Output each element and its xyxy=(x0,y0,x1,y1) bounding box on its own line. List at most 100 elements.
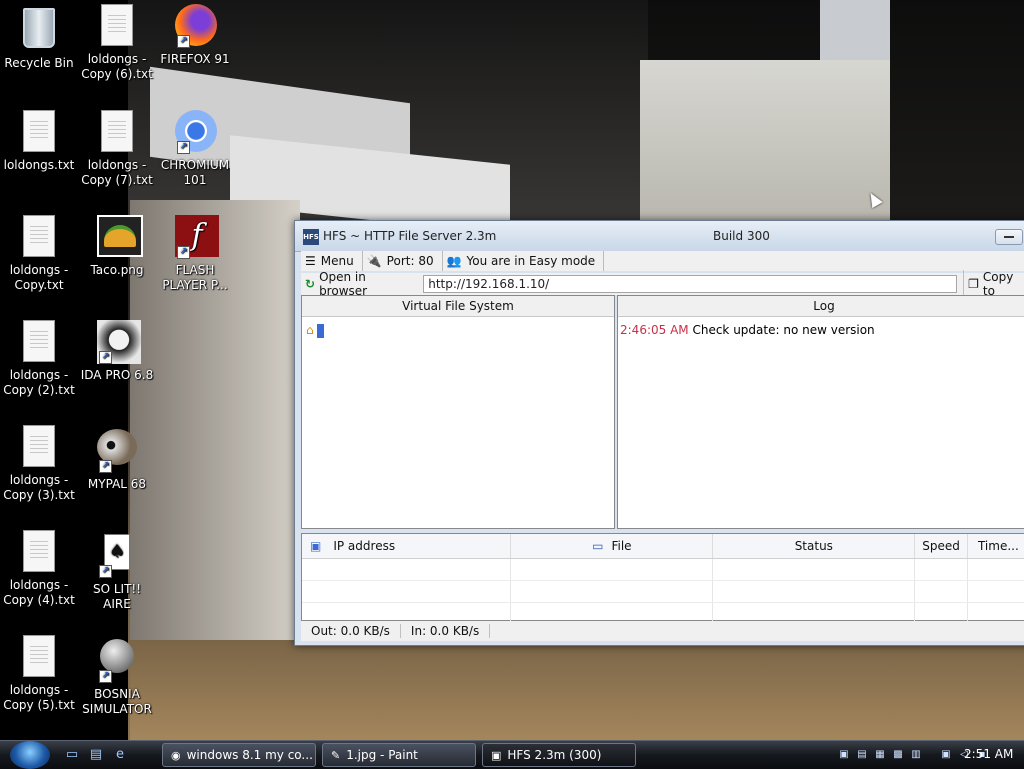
desktop-icon-label: loldongs - Copy.txt xyxy=(9,263,69,292)
text-file-icon xyxy=(19,320,59,364)
taskbar-item-hfs[interactable]: ▣ HFS 2.3m (300) xyxy=(482,743,636,767)
desktop-icon-loldongs-copy-4[interactable]: loldongs - Copy (4).txt xyxy=(0,530,78,608)
tray-icon[interactable]: ▥ xyxy=(908,748,924,762)
desktop-icon-label: loldongs - Copy (3).txt xyxy=(3,473,75,502)
task-label: 1.jpg - Paint xyxy=(346,748,418,762)
desktop-icon-label: SO LIT!! AIRE xyxy=(92,582,142,611)
network-icon: ▣ xyxy=(310,539,322,553)
desktop-icon-label: loldongs - Copy (7).txt xyxy=(81,158,153,187)
taskbar: ▭ ▤ e ◉ windows 8.1 my co... ✎ 1.jpg - P… xyxy=(0,740,1024,769)
connections-table: ▣ IP address ▭ File Status Speed Time... xyxy=(302,534,1024,625)
tray-icon[interactable]: ▤ xyxy=(854,748,870,762)
log-panel[interactable]: Log 2:46:05 AM Check update: no new vers… xyxy=(617,295,1024,529)
mode-button[interactable]: 👥 You are in Easy mode xyxy=(443,251,605,271)
url-input[interactable] xyxy=(423,275,958,293)
text-file-icon xyxy=(19,635,59,679)
url-bar: ↻ Open in browser ❐ Copy to xyxy=(301,270,1024,298)
vfs-root-item[interactable]: ⌂ xyxy=(302,317,614,344)
raccoon-icon: ↗ xyxy=(97,429,137,473)
desktop-icon-label: BOSNIA SIMULATOR xyxy=(82,687,152,716)
spiked-ball-icon: ↗ xyxy=(97,639,137,683)
desktop-icon-loldongs-copy-7[interactable]: loldongs - Copy (7).txt xyxy=(78,110,156,188)
desktop-icon-label: CHROMIUM 101 xyxy=(160,158,230,187)
switch-windows-icon[interactable]: ▤ xyxy=(88,747,104,763)
menu-button[interactable]: ☰ Menu xyxy=(301,251,363,271)
text-file-icon xyxy=(97,110,137,154)
hfs-title-bar[interactable]: HFS HFS ~ HTTP File Server 2.3m Build 30… xyxy=(295,221,1024,252)
log-entry: 2:46:05 AM Check update: no new version xyxy=(618,317,1024,343)
desktop-icon-label: IDA PRO 6.8 xyxy=(80,368,154,382)
desktop-icon-chromium[interactable]: ↗ CHROMIUM 101 xyxy=(156,110,234,188)
desktop-icon-taco[interactable]: Taco.png xyxy=(78,215,156,278)
show-desktop-icon[interactable]: ▭ xyxy=(64,747,80,763)
desktop-icon-bosnia-simulator[interactable]: ↗ BOSNIA SIMULATOR xyxy=(78,635,156,717)
hfs-tray-icon[interactable]: ▣ xyxy=(836,748,852,762)
tray-icon[interactable]: ▦ xyxy=(872,748,888,762)
log-time: 2:46:05 AM xyxy=(620,323,689,337)
wallpaper-computer-case xyxy=(640,60,890,220)
network-icon[interactable]: ▣ xyxy=(938,748,954,762)
task-label: HFS 2.3m (300) xyxy=(507,748,602,762)
column-ip-address[interactable]: ▣ IP address xyxy=(302,534,512,559)
desktop-icon-flash-player[interactable]: f ↗ FLASH PLAYER P... xyxy=(156,215,234,293)
log-message: Check update: no new version xyxy=(692,323,875,337)
taskbar-item-chromium[interactable]: ◉ windows 8.1 my co... xyxy=(162,743,316,767)
column-time[interactable]: Time... xyxy=(967,534,1024,559)
arrow-icon: ↻ xyxy=(305,277,316,291)
desktop-icon-label: loldongs - Copy (5).txt xyxy=(3,683,75,712)
desktop-icon-firefox[interactable]: ↗ FIREFOX 91 xyxy=(156,4,234,67)
desktop-icon-loldongs-copy[interactable]: loldongs - Copy.txt xyxy=(0,215,78,293)
desktop-icon-label: FLASH PLAYER P... xyxy=(162,263,228,292)
desktop-icon-loldongs-copy-6[interactable]: loldongs - Copy (6).txt xyxy=(78,4,156,82)
vfs-root-path xyxy=(317,323,325,338)
hfs-toolbar: ☰ Menu 🔌 Port: 80 👥 You are in Easy mode xyxy=(301,251,1024,271)
clock[interactable]: 2:51 AM xyxy=(964,747,1013,761)
text-file-icon xyxy=(19,425,59,469)
desktop-icon-loldongs-copy-3[interactable]: loldongs - Copy (3).txt xyxy=(0,425,78,503)
desktop-icon-label: MYPAL 68 xyxy=(87,477,147,491)
status-bar: Out: 0.0 KB/s In: 0.0 KB/s xyxy=(301,621,1024,641)
desktop-icon-ida-pro[interactable]: ↗ IDA PRO 6.8 xyxy=(78,320,156,383)
column-status[interactable]: Status xyxy=(712,534,916,559)
column-speed[interactable]: Speed xyxy=(914,534,968,559)
hfs-icon: ▣ xyxy=(491,748,502,762)
taskbar-item-paint[interactable]: ✎ 1.jpg - Paint xyxy=(322,743,476,767)
tray-icon[interactable]: ▩ xyxy=(890,748,906,762)
wallpaper-box-top xyxy=(820,0,890,60)
build-label: Build 300 xyxy=(713,229,770,243)
start-button[interactable] xyxy=(10,741,50,769)
port-button[interactable]: 🔌 Port: 80 xyxy=(363,251,443,271)
hfs-app-icon: HFS xyxy=(303,229,319,245)
text-file-icon xyxy=(19,110,59,154)
desktop-icon-recycle-bin[interactable]: Recycle Bin xyxy=(0,4,78,71)
desktop-icon-loldongs[interactable]: loldongs.txt xyxy=(0,110,78,173)
copy-icon: ❐ xyxy=(968,277,979,291)
task-label: windows 8.1 my co... xyxy=(186,748,313,762)
window-icon: ▭ xyxy=(592,539,604,553)
home-icon: ⌂ xyxy=(306,323,314,337)
desktop-icon-loldongs-copy-2[interactable]: loldongs - Copy (2).txt xyxy=(0,320,78,398)
copy-to-button[interactable]: ❐ Copy to xyxy=(963,270,1024,298)
wallpaper-floor xyxy=(130,640,1024,740)
desktop-icon-label: Recycle Bin xyxy=(4,56,74,70)
desktop-icon-solitaire[interactable]: ♠ ↗ SO LIT!! AIRE xyxy=(78,530,156,612)
menu-label: Menu xyxy=(320,254,354,268)
playing-cards-icon: ♠ ↗ xyxy=(97,534,137,578)
connections-panel[interactable]: ▣ IP address ▭ File Status Speed Time... xyxy=(301,533,1024,625)
desktop-icon-label: FIREFOX 91 xyxy=(160,52,230,66)
log-header: Log xyxy=(618,296,1024,317)
ida-pro-icon: ↗ xyxy=(97,320,141,364)
plug-icon: 🔌 xyxy=(366,254,382,268)
open-in-browser-button[interactable]: ↻ Open in browser xyxy=(301,270,423,298)
flash-player-icon: f ↗ xyxy=(175,215,219,259)
text-file-icon xyxy=(97,4,137,48)
minimize-button[interactable] xyxy=(995,229,1023,245)
internet-explorer-icon[interactable]: e xyxy=(112,747,128,763)
text-file-icon xyxy=(19,215,59,259)
desktop-icon-mypal[interactable]: ↗ MYPAL 68 xyxy=(78,425,156,492)
desktop-icon-loldongs-copy-5[interactable]: loldongs - Copy (5).txt xyxy=(0,635,78,713)
vfs-header: Virtual File System xyxy=(302,296,614,317)
taco-image-icon xyxy=(97,215,143,259)
virtual-file-system-panel[interactable]: Virtual File System ⌂ xyxy=(301,295,615,529)
column-file[interactable]: ▭ File xyxy=(510,534,714,559)
